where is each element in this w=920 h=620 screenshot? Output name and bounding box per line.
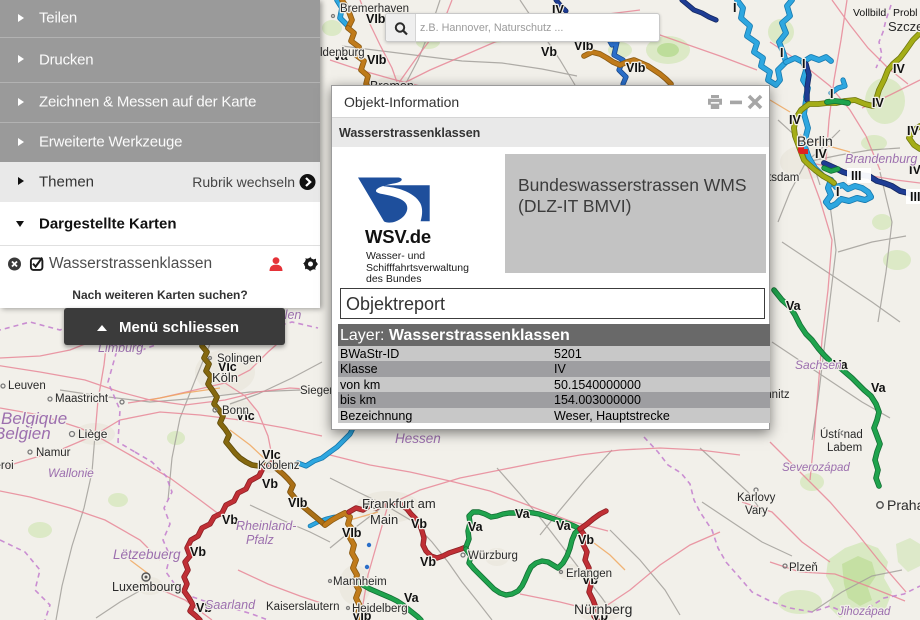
svg-text:Main: Main [370, 512, 398, 527]
svg-text:Va: Va [556, 519, 572, 533]
svg-text:I: I [733, 1, 736, 15]
svg-text:Nürnberg: Nürnberg [574, 601, 632, 617]
svg-text:Würzburg: Würzburg [468, 550, 518, 562]
svg-text:Erlangen: Erlangen [566, 568, 612, 580]
svg-text:Vb: Vb [578, 533, 594, 547]
svg-text:Va: Va [786, 299, 802, 313]
svg-text:Va: Va [468, 520, 484, 534]
svg-text:Karlovy: Karlovy [737, 492, 776, 504]
svg-text:IV: IV [815, 147, 827, 161]
svg-text:Va: Va [515, 507, 531, 521]
svg-text:VIb: VIb [626, 61, 646, 75]
svg-text:Vary: Vary [745, 505, 768, 517]
svg-text:IV: IV [789, 113, 801, 127]
svg-text:Pfalz: Pfalz [246, 533, 275, 547]
svg-text:Charleroi: Charleroi [0, 460, 14, 472]
svg-text:Belgien: Belgien [0, 424, 51, 443]
svg-text:Solingen: Solingen [217, 353, 262, 365]
svg-text:Liège: Liège [78, 427, 108, 441]
svg-text:Lëtzebuerg: Lëtzebuerg [113, 547, 181, 562]
svg-text:Hessen: Hessen [395, 431, 441, 446]
svg-text:I: I [830, 87, 833, 101]
svg-text:Namur: Namur [36, 447, 71, 459]
svg-text:IV: IV [872, 96, 884, 110]
svg-text:VIb: VIb [342, 526, 362, 540]
svg-text:Vb: Vb [190, 545, 206, 559]
svg-text:Vb: Vb [262, 477, 278, 491]
svg-text:Wallonie: Wallonie [48, 466, 94, 480]
svg-text:III: III [910, 190, 920, 204]
svg-text:Plzeň: Plzeň [789, 562, 818, 574]
svg-text:Bonn: Bonn [222, 405, 249, 417]
svg-text:Rheinland-: Rheinland- [236, 519, 296, 533]
svg-text:I: I [802, 57, 805, 71]
svg-text:Szczec: Szczec [888, 19, 920, 34]
svg-text:Ústí nad: Ústí nad [820, 428, 863, 441]
svg-text:Brandenburg: Brandenburg [845, 152, 917, 166]
svg-text:I: I [780, 46, 783, 60]
svg-text:Severozápad: Severozápad [782, 462, 850, 474]
svg-text:I: I [836, 185, 839, 199]
svg-text:Köln: Köln [212, 370, 238, 385]
svg-text:Labem: Labem [827, 442, 862, 454]
svg-text:Saarland: Saarland [205, 598, 256, 612]
svg-text:Frankfurt am: Frankfurt am [362, 496, 436, 511]
svg-text:Leuven: Leuven [8, 380, 46, 392]
svg-text:Luxembourg: Luxembourg [112, 580, 182, 594]
svg-text:Mannheim: Mannheim [333, 576, 387, 588]
svg-text:VIb: VIb [367, 53, 387, 67]
svg-text:Maastricht: Maastricht [55, 393, 109, 405]
svg-text:Vb: Vb [411, 517, 427, 531]
svg-text:III: III [851, 169, 861, 183]
svg-text:IV: IV [893, 62, 905, 76]
svg-text:Vb: Vb [541, 45, 557, 59]
svg-text:Jihozápad: Jihozápad [837, 606, 891, 618]
svg-text:Va: Va [871, 381, 887, 395]
svg-text:Sachsen: Sachsen [795, 358, 842, 372]
svg-text:Berlin: Berlin [797, 133, 833, 149]
svg-text:Koblenz: Koblenz [258, 460, 300, 472]
svg-text:Vb: Vb [420, 555, 436, 569]
svg-text:IV: IV [907, 124, 919, 138]
svg-text:Praha: Praha [887, 497, 920, 513]
svg-text:Kaiserslautern: Kaiserslautern [266, 601, 340, 613]
svg-text:VIb: VIb [288, 496, 308, 510]
svg-text:Heidelberg: Heidelberg [352, 603, 408, 615]
